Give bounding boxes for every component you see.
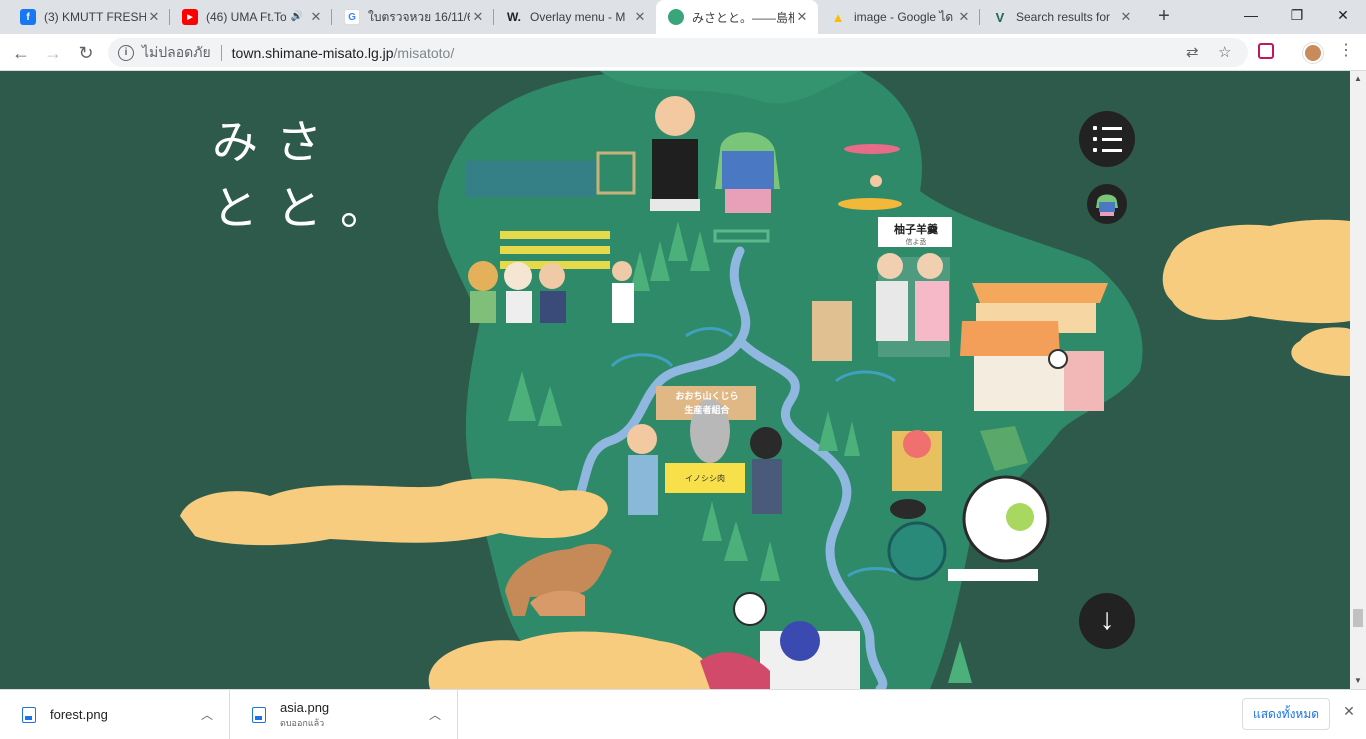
close-icon[interactable]: ✕	[146, 9, 162, 25]
download-status: ดบออกแล้ว	[280, 717, 325, 728]
download-filename: asia.png	[280, 699, 330, 715]
tab-youtube[interactable]: ▶ (46) UMA Ft.To 🔊 ✕	[170, 0, 332, 34]
reload-icon[interactable]: ↻	[72, 39, 100, 67]
site-logo[interactable]: みさ とと。	[212, 109, 404, 241]
logo-line-2: とと。	[212, 181, 404, 235]
shop-sign-sub: 信よ丞	[905, 239, 927, 246]
w-icon: W.	[507, 10, 521, 24]
exhibit-sign-line1: おおち山くじら	[675, 391, 739, 401]
extension-icon[interactable]	[1258, 43, 1274, 59]
browser-menu-icon[interactable]: ⋮	[1338, 40, 1354, 62]
box-label: イノシシ肉	[685, 474, 725, 483]
close-icon[interactable]: ✕	[470, 9, 486, 25]
speaker-icon[interactable]: 🔊	[286, 9, 308, 25]
show-all-button[interactable]: แสดงทั้งหมด	[1242, 698, 1330, 730]
browser-toolbar: ← → ↻ i ไม่ปลอดภัย town.shimane-misato.l…	[0, 34, 1366, 71]
illustrated-map	[180, 71, 1350, 689]
tab-google[interactable]: G ใบตรวจหวย 16/11/6 ✕	[332, 0, 494, 34]
avatar[interactable]	[1303, 43, 1323, 63]
mascot-button[interactable]	[1087, 184, 1127, 224]
address-bar[interactable]: i ไม่ปลอดภัย town.shimane-misato.lg.jp/m…	[108, 38, 1248, 67]
tab-facebook[interactable]: f (3) KMUTT FRESHY ✕	[8, 0, 170, 34]
scroll-down-button[interactable]: ↓	[1079, 593, 1135, 649]
url-path: /misatoto/	[393, 44, 455, 61]
cloud-right-top	[1162, 219, 1350, 324]
page-viewport: 柚子羊羹 信よ丞 おおち山くじら 生産者組合 イノシシ肉 みさ とと。 ↓	[0, 71, 1350, 689]
download-item[interactable]: forest.png ︿	[0, 690, 230, 739]
close-icon[interactable]: ✕	[1118, 9, 1134, 25]
tab-strip: f (3) KMUTT FRESHY ✕ ▶ (46) UMA Ft.To 🔊 …	[0, 0, 1366, 34]
arrow-down-icon: ↓	[1099, 603, 1115, 636]
close-icon[interactable]: ✕	[632, 9, 648, 25]
mascot-icon	[1096, 194, 1118, 216]
security-label[interactable]: ไม่ปลอดภัย	[142, 42, 211, 64]
back-icon[interactable]: ←	[7, 39, 35, 67]
info-icon[interactable]: i	[118, 44, 134, 61]
minimize-button[interactable]: —	[1228, 0, 1274, 32]
translate-icon[interactable]: ⇄	[1186, 43, 1199, 61]
tab-misatoto[interactable]: みさとと。——島根県 ✕	[656, 0, 818, 34]
facebook-icon: f	[20, 9, 36, 25]
chevron-up-icon[interactable]: ︿	[429, 706, 441, 723]
scroll-down-arrow-icon[interactable]: ▼	[1350, 673, 1366, 689]
download-shelf: forest.png ︿ asia.png ดบออกแล้ว ︿ แสดงทั…	[0, 689, 1366, 739]
image-file-icon	[252, 706, 266, 723]
close-icon[interactable]: ✕	[956, 9, 972, 25]
window-close-button[interactable]: ✕	[1320, 0, 1366, 32]
close-icon[interactable]: ✕	[794, 9, 810, 25]
cloud-right-small	[1291, 327, 1350, 376]
tab-search-results[interactable]: V Search results for ✕	[980, 0, 1142, 34]
close-icon[interactable]: ✕	[308, 9, 324, 25]
tab-overlay-menu[interactable]: W. Overlay menu - M ✕	[494, 0, 656, 34]
download-filename: forest.png	[50, 707, 108, 722]
google-icon: G	[344, 9, 360, 25]
maximize-button[interactable]: ❐	[1274, 0, 1320, 32]
forward-icon[interactable]: →	[39, 39, 67, 67]
scroll-up-arrow-icon[interactable]: ▲	[1350, 71, 1366, 87]
overlay-menu-button[interactable]	[1079, 111, 1135, 167]
drive-icon: ▲	[831, 9, 845, 25]
mayor-figure	[650, 96, 700, 211]
logo-line-1: みさ	[212, 115, 340, 169]
v-icon: V	[995, 9, 1005, 25]
star-icon[interactable]: ☆	[1218, 43, 1231, 61]
cloud-left	[180, 478, 608, 546]
close-icon[interactable]: ✕	[1340, 703, 1358, 721]
exhibit-sign-line2: 生産者組合	[684, 405, 730, 415]
shop-sign: 柚子羊羹	[894, 224, 938, 236]
misato-icon	[668, 9, 684, 25]
url-host: town.shimane-misato.lg.jp	[231, 44, 394, 61]
new-tab-button[interactable]: +	[1152, 5, 1176, 29]
download-item[interactable]: asia.png ดบออกแล้ว ︿	[230, 690, 458, 739]
chevron-up-icon[interactable]: ︿	[201, 706, 213, 723]
tab-google-drive[interactable]: ▲ image - Google ได ✕	[818, 0, 980, 34]
image-file-icon	[22, 706, 36, 723]
page-scrollbar[interactable]: ▲ ▼	[1350, 71, 1366, 689]
scrollbar-thumb[interactable]	[1353, 609, 1363, 627]
youtube-icon: ▶	[182, 9, 198, 25]
